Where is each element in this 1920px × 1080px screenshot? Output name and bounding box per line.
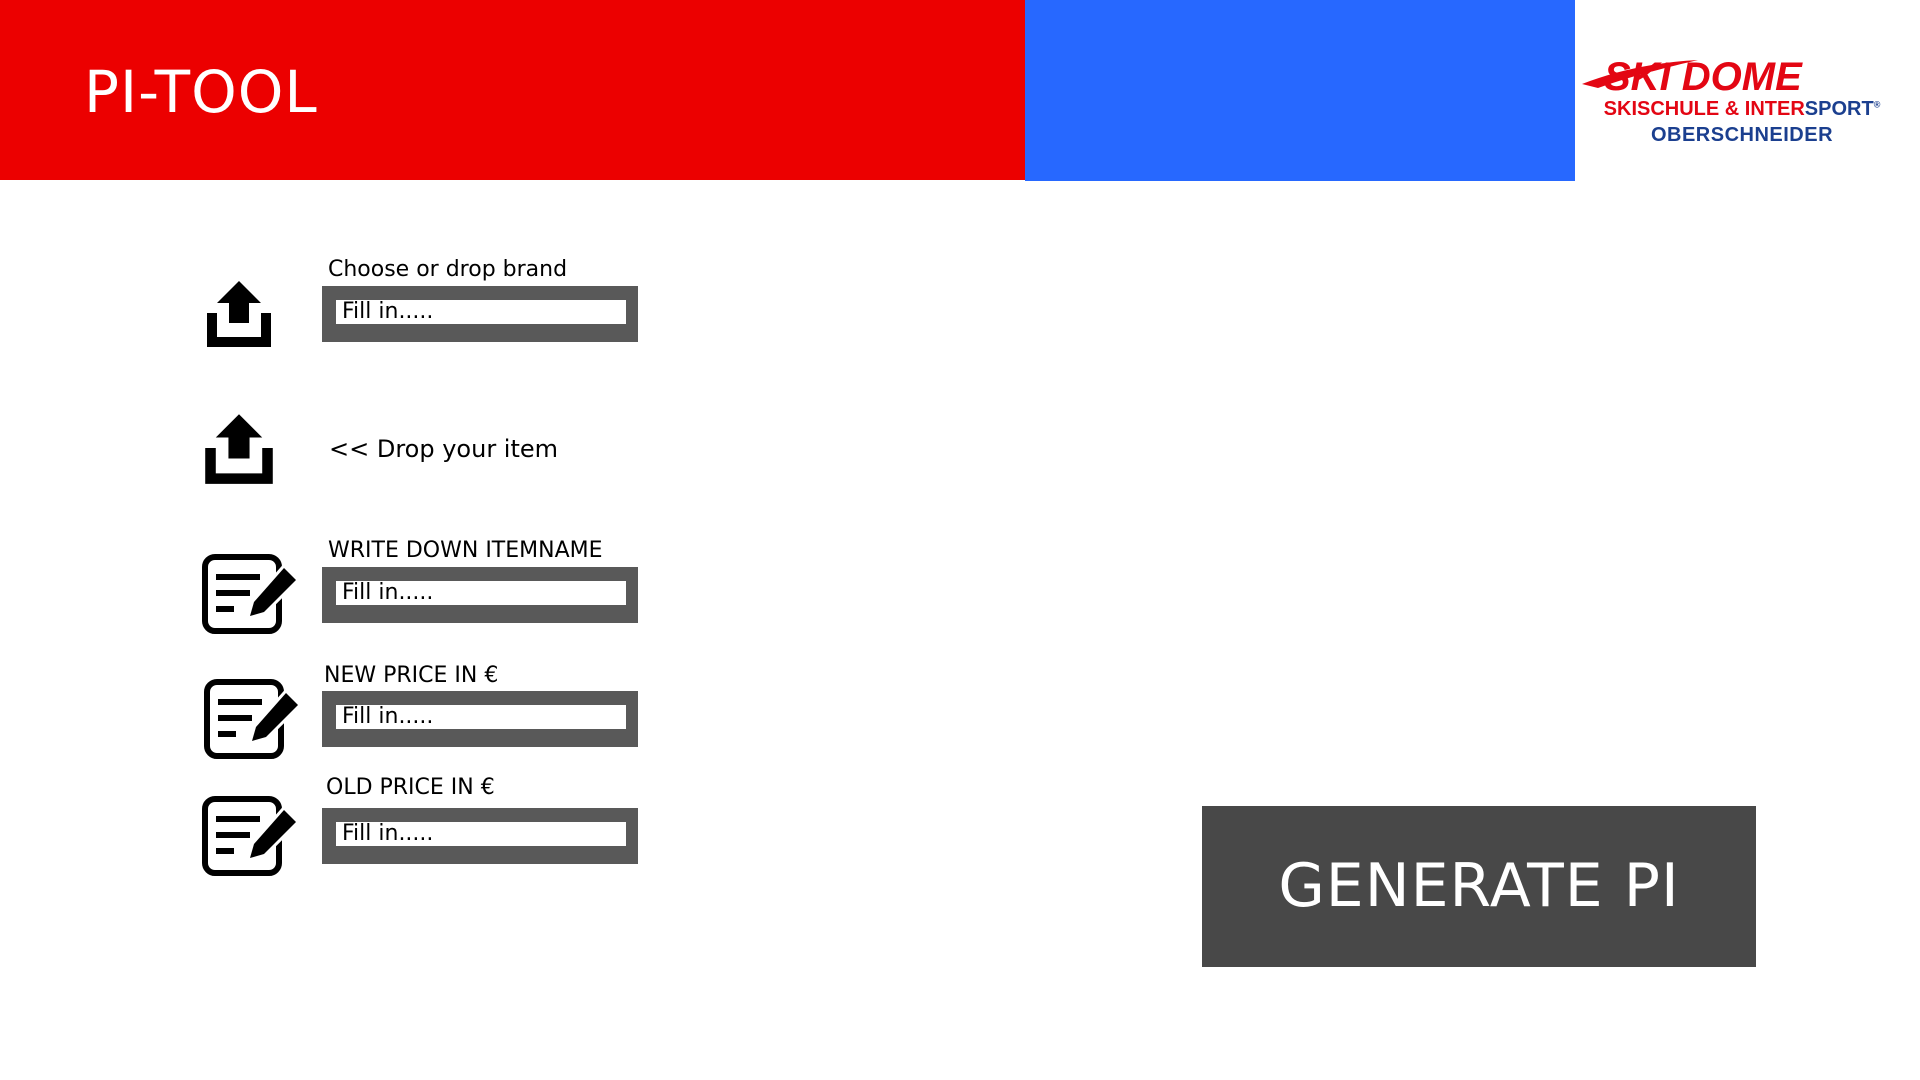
itemname-field-frame [322,567,638,623]
drop-item-zone[interactable]: << Drop your item [329,435,558,463]
upload-icon[interactable] [203,277,275,349]
old-price-input[interactable] [336,822,626,846]
logo-owner-name: OBERSCHNEIDER [1650,124,1834,146]
new-price-field-frame [322,691,638,747]
logo-tagline: SKISCHULE & INTERSPORT® [1603,98,1881,120]
upload-icon[interactable] [201,410,277,486]
header-red-banner: PI-TOOL [0,0,1025,180]
old-price-field-frame [322,808,638,864]
itemname-label: WRITE DOWN ITEMNAME [328,538,603,563]
header-blue-banner [1025,0,1575,181]
ski-dome-logo: SKI DOME SKISCHULE & INTERSPORT® OBERSCH… [1578,48,1898,158]
svg-text:SKI DOME: SKI DOME [1604,55,1803,98]
app-title: PI-TOOL [84,58,318,126]
pi-tool-page: PI-TOOL SKI DOME SKISCHULE & INTERSPORT®… [0,0,1920,1080]
new-price-input[interactable] [336,705,626,729]
old-price-label: OLD PRICE IN € [326,775,495,800]
ski-dome-wordmark: SKI DOME [1582,55,1803,98]
new-price-label: NEW PRICE IN € [324,663,499,688]
itemname-input[interactable] [336,581,626,605]
brand-input[interactable] [336,300,626,324]
edit-form-icon [202,796,298,876]
edit-form-icon [202,554,298,634]
brand-label: Choose or drop brand [328,257,568,282]
edit-form-icon [204,679,300,759]
brand-field-frame [322,286,638,342]
generate-pi-button[interactable]: GENERATE PI [1202,806,1756,967]
